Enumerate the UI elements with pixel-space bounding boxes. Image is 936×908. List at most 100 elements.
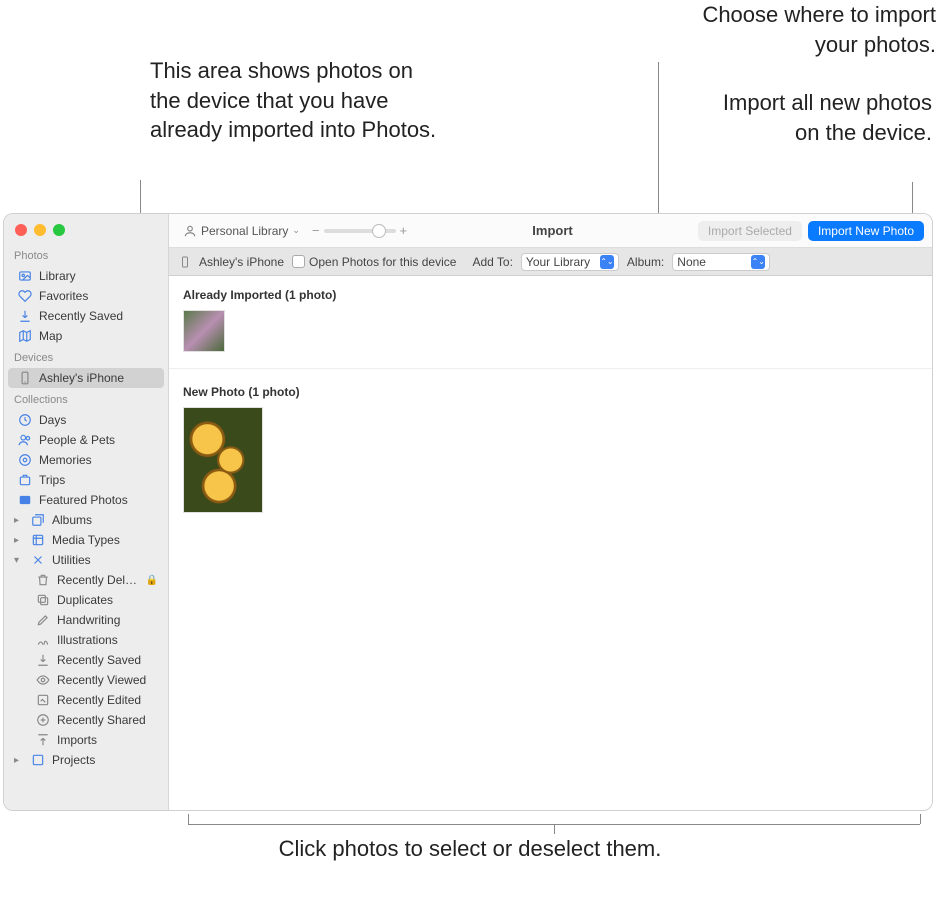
utilities-icon bbox=[31, 553, 45, 567]
fullscreen-window-button[interactable] bbox=[53, 224, 65, 236]
people-icon bbox=[18, 433, 32, 447]
chevron-down-icon: ▾ bbox=[14, 555, 24, 566]
library-icon bbox=[18, 269, 32, 283]
sidebar-label: Utilities bbox=[52, 553, 158, 567]
sidebar-group-photos: Photos bbox=[4, 244, 168, 266]
phone-icon bbox=[179, 256, 191, 268]
add-to-dropdown[interactable]: Your Library ⌃⌄ bbox=[521, 253, 619, 271]
sidebar-item-library[interactable]: Library bbox=[4, 266, 168, 286]
sidebar-item-utilities[interactable]: ▾ Utilities bbox=[4, 550, 168, 570]
download-icon bbox=[18, 309, 32, 323]
sidebar-label: Recently Edited bbox=[57, 693, 158, 707]
sidebar-item-imports[interactable]: Imports bbox=[4, 730, 168, 750]
sidebar-label: Memories bbox=[39, 453, 158, 467]
minimize-window-button[interactable] bbox=[34, 224, 46, 236]
sidebar-item-media-types[interactable]: ▸ Media Types bbox=[4, 530, 168, 550]
new-photo-header: New Photo (1 photo) bbox=[169, 373, 932, 407]
already-imported-thumbs bbox=[169, 310, 932, 364]
sidebar-item-memories[interactable]: Memories bbox=[4, 450, 168, 470]
callout-import-all: Import all new photos on the device. bbox=[700, 88, 932, 147]
sidebar-item-favorites[interactable]: Favorites bbox=[4, 286, 168, 306]
slider-knob[interactable] bbox=[372, 224, 386, 238]
sidebar-item-duplicates[interactable]: Duplicates bbox=[4, 590, 168, 610]
toolbar-title: Import bbox=[413, 223, 692, 238]
album-dropdown[interactable]: None ⌃⌄ bbox=[672, 253, 770, 271]
checkbox-icon bbox=[292, 255, 305, 268]
photo-thumbnail[interactable] bbox=[183, 407, 263, 513]
chevron-updown-icon: ⌄ bbox=[292, 225, 300, 236]
sidebar-label: Duplicates bbox=[57, 593, 158, 607]
sidebar-item-recently-shared[interactable]: Recently Shared bbox=[4, 710, 168, 730]
phone-icon bbox=[18, 371, 32, 385]
sidebar-item-map[interactable]: Map bbox=[4, 326, 168, 346]
sidebar-label: Featured Photos bbox=[39, 493, 158, 507]
chevron-right-icon: ▸ bbox=[14, 535, 24, 546]
chevron-updown-icon: ⌃⌄ bbox=[600, 255, 614, 269]
add-to-value: Your Library bbox=[526, 255, 594, 269]
import-icon bbox=[36, 733, 50, 747]
sidebar-label: Map bbox=[39, 329, 158, 343]
sidebar-item-recently-viewed[interactable]: Recently Viewed bbox=[4, 670, 168, 690]
sidebar-item-recently-saved-util[interactable]: Recently Saved bbox=[4, 650, 168, 670]
add-to-label: Add To: bbox=[472, 255, 512, 269]
bracket-line bbox=[188, 814, 189, 824]
sidebar-item-device[interactable]: Ashley's iPhone bbox=[8, 368, 164, 388]
sidebar-label: People & Pets bbox=[39, 433, 158, 447]
duplicates-icon bbox=[36, 593, 50, 607]
sidebar-label: Ashley's iPhone bbox=[39, 371, 154, 385]
sidebar-item-featured-photos[interactable]: Featured Photos bbox=[4, 490, 168, 510]
chevron-right-icon: ▸ bbox=[14, 515, 24, 526]
chevron-right-icon: ▸ bbox=[14, 755, 24, 766]
handwriting-icon bbox=[36, 613, 50, 627]
edit-icon bbox=[36, 693, 50, 707]
sidebar-item-illustrations[interactable]: Illustrations bbox=[4, 630, 168, 650]
sidebar-item-projects[interactable]: ▸ Projects bbox=[4, 750, 168, 770]
sidebar-item-recently-saved[interactable]: Recently Saved bbox=[4, 306, 168, 326]
sidebar-label: Favorites bbox=[39, 289, 158, 303]
photo-thumbnail[interactable] bbox=[183, 310, 225, 352]
download-icon bbox=[36, 653, 50, 667]
import-content-area: Already Imported (1 photo) New Photo (1 … bbox=[169, 276, 932, 810]
import-new-photo-button[interactable]: Import New Photo bbox=[808, 221, 924, 241]
sidebar-item-recently-edited[interactable]: Recently Edited bbox=[4, 690, 168, 710]
sidebar-label: Recently Shared bbox=[57, 713, 158, 727]
main-content: Personal Library ⌄ − + Import Import Sel… bbox=[169, 214, 932, 810]
album-label: Album: bbox=[627, 255, 664, 269]
section-divider bbox=[169, 368, 932, 369]
zoom-in-icon: + bbox=[400, 223, 408, 238]
projects-icon bbox=[31, 753, 45, 767]
slider-track[interactable] bbox=[324, 229, 396, 233]
sidebar-item-people-pets[interactable]: People & Pets bbox=[4, 430, 168, 450]
sidebar-item-albums[interactable]: ▸ Albums bbox=[4, 510, 168, 530]
sidebar-item-trips[interactable]: Trips bbox=[4, 470, 168, 490]
sidebar-label: Imports bbox=[57, 733, 158, 747]
zoom-out-icon: − bbox=[312, 223, 320, 238]
shared-icon bbox=[36, 713, 50, 727]
zoom-slider[interactable]: − + bbox=[312, 223, 407, 238]
close-window-button[interactable] bbox=[15, 224, 27, 236]
media-types-icon bbox=[31, 533, 45, 547]
sidebar-item-recently-deleted[interactable]: Recently Deleted 🔒 bbox=[4, 570, 168, 590]
library-selector[interactable]: Personal Library ⌄ bbox=[177, 222, 306, 240]
sidebar-label: Media Types bbox=[52, 533, 158, 547]
library-selector-label: Personal Library bbox=[201, 224, 288, 238]
chevron-updown-icon: ⌃⌄ bbox=[751, 255, 765, 269]
illustrations-icon bbox=[36, 633, 50, 647]
sidebar-group-devices: Devices bbox=[4, 346, 168, 368]
import-selected-button[interactable]: Import Selected bbox=[698, 221, 802, 241]
callout-choose-where: Choose where to import your photos. bbox=[656, 0, 936, 59]
sidebar-item-days[interactable]: Days bbox=[4, 410, 168, 430]
device-name-label: Ashley's iPhone bbox=[199, 255, 284, 269]
new-photo-thumbs bbox=[169, 407, 932, 525]
featured-icon bbox=[18, 493, 32, 507]
memories-icon bbox=[18, 453, 32, 467]
callout-click-select: Click photos to select or deselect them. bbox=[230, 834, 710, 864]
sidebar-label: Trips bbox=[39, 473, 158, 487]
sidebar-label: Recently Saved bbox=[57, 653, 158, 667]
photos-app-window: Photos Library Favorites Recently Saved … bbox=[3, 213, 933, 811]
open-photos-checkbox[interactable]: Open Photos for this device bbox=[292, 255, 456, 269]
bracket-line bbox=[920, 814, 921, 824]
sidebar-item-handwriting[interactable]: Handwriting bbox=[4, 610, 168, 630]
eye-icon bbox=[36, 673, 50, 687]
sidebar: Photos Library Favorites Recently Saved … bbox=[4, 214, 169, 810]
